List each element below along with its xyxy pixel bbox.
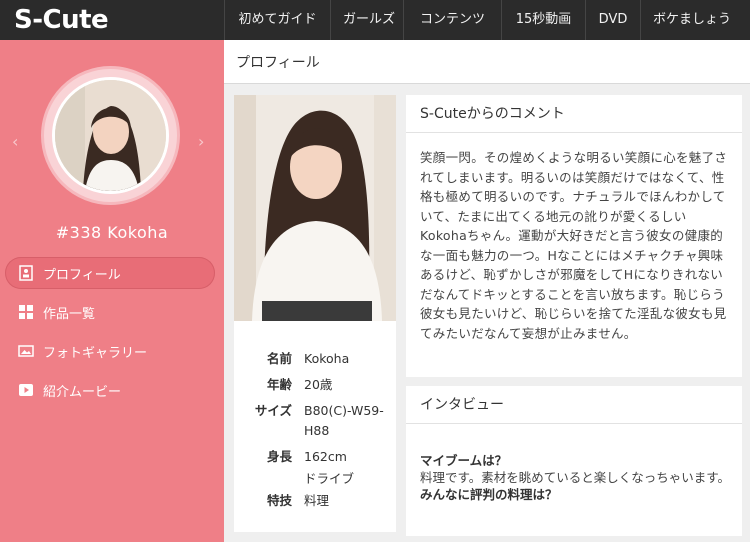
model-name: #338 Kokoha (55, 223, 169, 242)
page-title: プロフィール (236, 55, 320, 71)
attr-label: 名前 (266, 351, 292, 366)
sidebar-item-label: 作品一覧 (43, 306, 96, 322)
interview-body: マイブームは？ 料理です。素材を眺めていると楽しくなっちゃいます。 みんなに評判… (420, 452, 730, 503)
profile-card: 名前 Kokoha 年齢 20歳 サイズ B80(C)-W59-H88 身長 1… (234, 95, 396, 532)
attr-label (234, 469, 304, 489)
comment-text: 笑顔一閃。その煌めくような明るい笑顔に心を魅了されてしまいます。明るいのは笑顔だ… (420, 150, 728, 341)
attr-label: 特技 (266, 493, 292, 508)
attr-row-skill: 特技 料理 (234, 491, 396, 511)
attr-value: ドライブ (304, 471, 355, 486)
attr-value: B80(C)-W59-H88 (304, 403, 384, 438)
attr-row-size: サイズ B80(C)-W59-H88 (234, 401, 396, 441)
interview-question: マイブームは？ (420, 453, 508, 468)
avatar (52, 77, 169, 194)
play-icon (18, 382, 34, 398)
attr-row-age: 年齢 20歳 (234, 375, 396, 395)
top-navigation: S-Cute 初めてガイド ガールズ コンテンツ 15秒動画 DVD ボケましょ… (0, 0, 750, 40)
attr-row-height: 身長 162cm (234, 447, 396, 467)
nav-item-dvd[interactable]: DVD (585, 0, 640, 40)
interview-card: インタビュー マイブームは？ 料理です。素材を眺めていると楽しくなっちゃいます。… (406, 386, 742, 536)
interview-question: みんなに評判の料理は？ (420, 487, 558, 502)
attr-value: 20歳 (304, 377, 333, 392)
nav-item-contents[interactable]: コンテンツ (403, 0, 501, 40)
sidebar-item-label: プロフィール (43, 267, 121, 283)
profile-photo (234, 95, 396, 321)
nav-menu: 初めてガイド ガールズ コンテンツ 15秒動画 DVD ボケましょう (224, 0, 750, 40)
next-model-arrow-icon[interactable]: › (198, 132, 204, 151)
attr-row-name: 名前 Kokoha (234, 349, 396, 369)
sidebar-item-label: フォトギャラリー (43, 345, 148, 361)
avatar-ring (41, 66, 180, 205)
sidebar: ‹ › #338 Kokoha プロフィール 作品一覧 フォトギャラリー 紹介ム… (0, 40, 224, 542)
comment-title: S-Cuteからのコメント (406, 95, 742, 133)
attr-label: 身長 (266, 449, 292, 464)
sidebar-item-label: 紹介ムービー (43, 384, 122, 400)
comment-card: S-Cuteからのコメント 笑顔一閃。その煌めくような明るい笑顔に心を魅了されて… (406, 95, 742, 377)
sidebar-item-photo-gallery[interactable]: フォトギャラリー (5, 335, 215, 367)
attr-label: 年齢 (266, 377, 292, 392)
attr-label: サイズ (254, 403, 292, 418)
attr-row-hobby: ドライブ (234, 469, 396, 489)
nav-item-girls[interactable]: ガールズ (330, 0, 403, 40)
sidebar-item-works[interactable]: 作品一覧 (5, 296, 215, 328)
attr-value: Kokoha (304, 351, 350, 366)
nav-item-guide[interactable]: 初めてガイド (224, 0, 330, 40)
sidebar-item-profile[interactable]: プロフィール (5, 257, 215, 289)
attr-value: 162cm (304, 449, 347, 464)
photo-icon (18, 343, 34, 359)
page-header: プロフィール (224, 40, 750, 84)
interview-answer: 料理です。素材を眺めていると楽しくなっちゃいます。 (420, 470, 731, 485)
nav-item-15sec-video[interactable]: 15秒動画 (501, 0, 585, 40)
profile-icon (18, 265, 34, 281)
site-logo[interactable]: S-Cute (14, 4, 109, 36)
nav-item-boke[interactable]: ボケましょう (640, 0, 750, 40)
sidebar-item-intro-movie[interactable]: 紹介ムービー (5, 374, 215, 406)
grid-icon (18, 304, 34, 320)
prev-model-arrow-icon[interactable]: ‹ (12, 132, 18, 151)
profile-attributes: 名前 Kokoha 年齢 20歳 サイズ B80(C)-W59-H88 身長 1… (234, 349, 396, 517)
attr-value: 料理 (304, 493, 330, 508)
interview-title: インタビュー (406, 386, 742, 424)
